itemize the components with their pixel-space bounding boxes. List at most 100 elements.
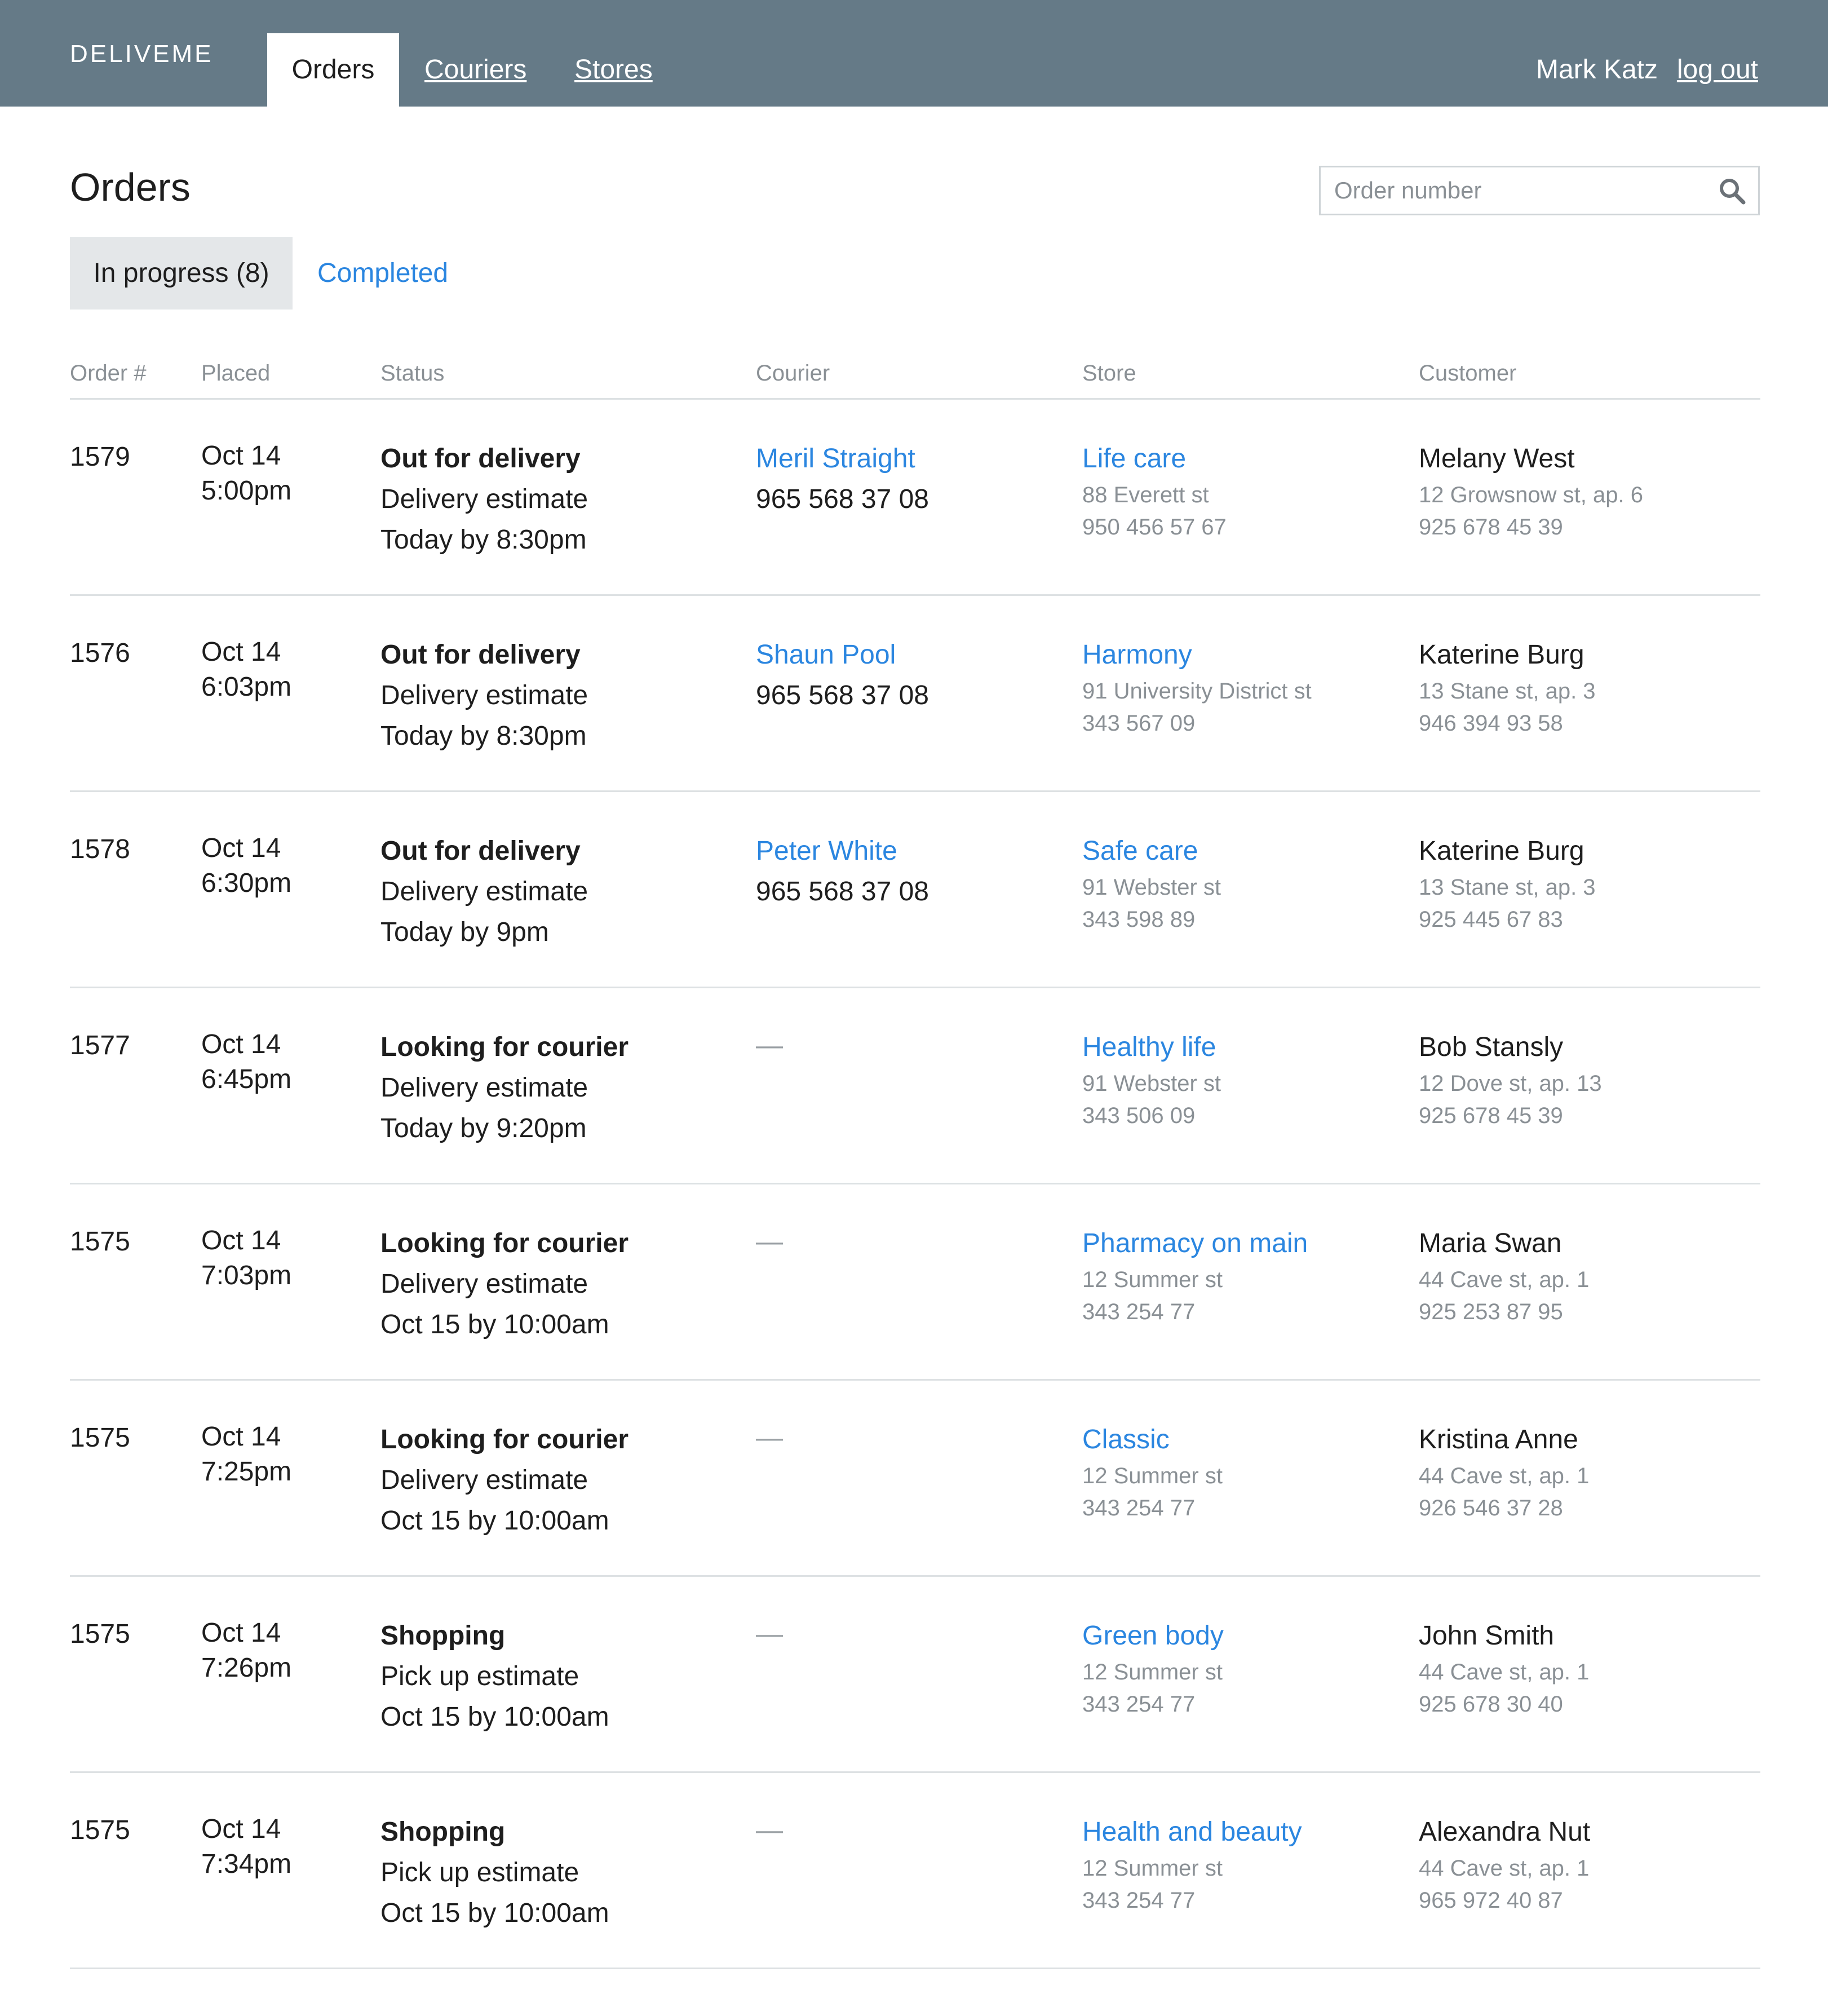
estimate-label: Delivery estimate [380,680,588,710]
customer-cell: Alexandra Nut 44 Cave st, ap. 1 965 972 … [1419,1812,1590,1917]
no-courier-dash: — [756,1031,783,1060]
store-name-link[interactable]: Safe care [1082,831,1221,872]
estimate-time: Oct 15 by 10:00am [380,1506,609,1536]
store-name-link[interactable]: Pharmacy on main [1082,1223,1308,1264]
estimate-time: Today by 9pm [380,917,549,947]
placed-date: Oct 14 [201,1814,281,1844]
table-row[interactable]: 1575 Oct 14 7:03pm Looking for courier D… [0,1184,1828,1381]
brand-logo[interactable]: DELIVEME [70,37,214,71]
store-name-link[interactable]: Green body [1082,1616,1224,1656]
no-courier-dash: — [756,1815,783,1845]
estimate-time: Today by 8:30pm [380,721,587,751]
placed-date: Oct 14 [201,1029,281,1059]
order-number: 1578 [70,834,130,864]
placed-date: Oct 14 [201,637,281,667]
status-cell: Out for delivery Delivery estimate Today… [380,831,588,953]
store-phone: 343 254 77 [1082,1692,1196,1717]
subtab-completed[interactable]: Completed [317,237,448,310]
store-address: 91 Webster st [1082,875,1221,900]
logout-link[interactable]: log out [1677,33,1758,107]
courier-cell: — [756,1420,783,1457]
table-row[interactable]: 1579 Oct 14 5:00pm Out for delivery Deli… [0,400,1828,596]
table-row[interactable]: 1578 Oct 14 6:30pm Out for delivery Deli… [0,792,1828,988]
customer-cell: Katerine Burg 13 Stane st, ap. 3 946 394… [1419,635,1596,740]
placed-time: 7:26pm [201,1653,292,1683]
column-header-status[interactable]: Status [380,359,444,388]
no-courier-dash: — [756,1619,783,1649]
store-phone: 343 254 77 [1082,1299,1196,1324]
store-name-link[interactable]: Healthy life [1082,1027,1221,1068]
store-name-link[interactable]: Health and beauty [1082,1812,1302,1853]
store-cell: Healthy life 91 Webster st 343 506 09 [1082,1027,1221,1132]
column-header-order[interactable]: Order # [70,359,147,388]
customer-name: John Smith [1419,1621,1555,1651]
courier-phone: 965 568 37 08 [756,484,929,514]
table-row[interactable]: 1575 Oct 14 7:25pm Looking for courier D… [0,1381,1828,1577]
customer-name: Katerine Burg [1419,836,1584,866]
order-status: Looking for courier [380,1032,629,1062]
store-cell: Health and beauty 12 Summer st 343 254 7… [1082,1812,1302,1917]
store-address: 12 Summer st [1082,1464,1223,1488]
estimate-label: Delivery estimate [380,1465,588,1495]
customer-cell: Melany West 12 Growsnow st, ap. 6 925 67… [1419,439,1643,543]
estimate-label: Delivery estimate [380,1073,588,1103]
order-status: Looking for courier [380,1228,629,1258]
status-cell: Out for delivery Delivery estimate Today… [380,439,588,560]
placed-time: 6:45pm [201,1064,292,1094]
customer-cell: Bob Stansly 12 Dove st, ap. 13 925 678 4… [1419,1027,1602,1132]
courier-phone: 965 568 37 08 [756,680,929,710]
no-courier-dash: — [756,1227,783,1257]
placed-time: 6:30pm [201,868,292,898]
no-courier-dash: — [756,1423,783,1453]
store-address: 91 University District st [1082,679,1312,704]
nav-tab-stores[interactable]: Stores [574,33,653,107]
store-cell: Safe care 91 Webster st 343 598 89 [1082,831,1221,936]
placed-time: 7:34pm [201,1849,292,1879]
table-row[interactable]: 1576 Oct 14 6:03pm Out for delivery Deli… [0,596,1828,792]
order-number-search-input[interactable] [1321,167,1718,214]
customer-phone: 925 678 30 40 [1419,1692,1563,1717]
table-row[interactable]: 1575 Oct 14 7:34pm Shopping Pick up esti… [0,1773,1828,1969]
courier-name-link[interactable]: Shaun Pool [756,635,929,675]
placed-time: 7:25pm [201,1457,292,1487]
store-phone: 343 254 77 [1082,1496,1196,1520]
estimate-label: Delivery estimate [380,877,588,907]
nav-tab-orders[interactable]: Orders [267,33,399,107]
customer-phone: 925 445 67 83 [1419,907,1563,932]
column-header-customer[interactable]: Customer [1419,359,1516,388]
table-row[interactable]: 1577 Oct 14 6:45pm Looking for courier D… [0,988,1828,1184]
courier-cell: Meril Straight 965 568 37 08 [756,439,929,520]
store-name-link[interactable]: Classic [1082,1420,1223,1460]
customer-cell: Maria Swan 44 Cave st, ap. 1 925 253 87 … [1419,1223,1589,1328]
customer-address: 13 Stane st, ap. 3 [1419,679,1596,704]
customer-address: 44 Cave st, ap. 1 [1419,1464,1590,1488]
store-address: 12 Summer st [1082,1660,1223,1685]
store-cell: Harmony 91 University District st 343 56… [1082,635,1312,740]
courier-name-link[interactable]: Meril Straight [756,439,929,479]
order-number: 1579 [70,442,130,472]
customer-phone: 925 678 45 39 [1419,1103,1563,1128]
table-row[interactable]: 1575 Oct 14 7:26pm Shopping Pick up esti… [0,1577,1828,1773]
estimate-time: Today by 9:20pm [380,1113,587,1143]
page-title: Orders [70,165,191,209]
column-header-store[interactable]: Store [1082,359,1136,388]
placed-datetime: Oct 14 6:45pm [201,1027,291,1097]
order-number: 1575 [70,1619,130,1649]
store-name-link[interactable]: Harmony [1082,635,1312,675]
search-icon[interactable] [1718,176,1747,206]
column-header-placed[interactable]: Placed [201,359,270,388]
store-cell: Classic 12 Summer st 343 254 77 [1082,1420,1223,1524]
subtab-in-progress[interactable]: In progress (8) [70,237,293,310]
store-name-link[interactable]: Life care [1082,439,1227,479]
placed-datetime: Oct 14 5:00pm [201,439,291,509]
nav-tab-couriers[interactable]: Couriers [424,33,526,107]
courier-phone: 965 568 37 08 [756,877,929,907]
column-header-courier[interactable]: Courier [756,359,830,388]
estimate-time: Oct 15 by 10:00am [380,1310,609,1339]
order-status: Out for delivery [380,836,581,866]
courier-name-link[interactable]: Peter White [756,831,929,872]
estimate-time: Oct 15 by 10:00am [380,1898,609,1928]
order-number: 1575 [70,1815,130,1845]
customer-address: 44 Cave st, ap. 1 [1419,1660,1590,1685]
customer-name: Kristina Anne [1419,1425,1578,1454]
